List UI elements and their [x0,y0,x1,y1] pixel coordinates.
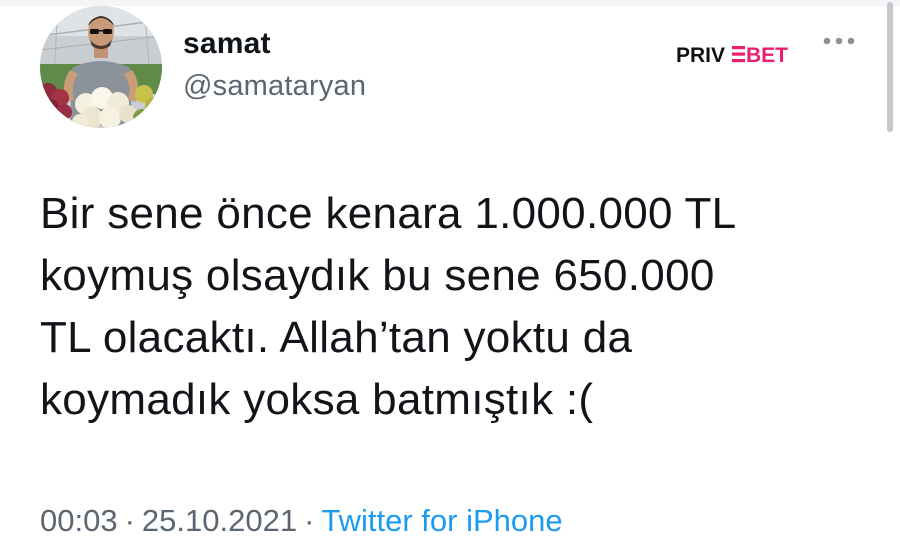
more-horizontal-icon[interactable] [822,34,856,48]
avatar-photo [40,6,162,128]
watermark-text-part2: BET [746,44,788,66]
separator-dot: · [124,503,135,538]
tweet-metadata: 00:03 · 25.10.2021 · Twitter for iPhone [40,503,563,539]
tweet-text: Bir sene önce kenara 1.000.000 TL koymuş… [40,189,737,424]
author-display-name[interactable]: samat [183,27,271,61]
separator-dot: · [304,503,315,538]
tweet-date[interactable]: 25.10.2021 [142,503,297,538]
scrollbar-thumb[interactable] [887,2,893,132]
tweet-source-link[interactable]: Twitter for iPhone [321,503,562,538]
watermark-text-part1: PRIV [676,44,725,66]
top-divider [0,0,900,6]
avatar[interactable] [40,6,162,128]
tweet-time[interactable]: 00:03 [40,503,118,538]
stylized-e-icon [732,46,745,63]
privebet-watermark-logo: PRIV BET [676,44,788,66]
author-handle[interactable]: @samataryan [183,70,366,103]
